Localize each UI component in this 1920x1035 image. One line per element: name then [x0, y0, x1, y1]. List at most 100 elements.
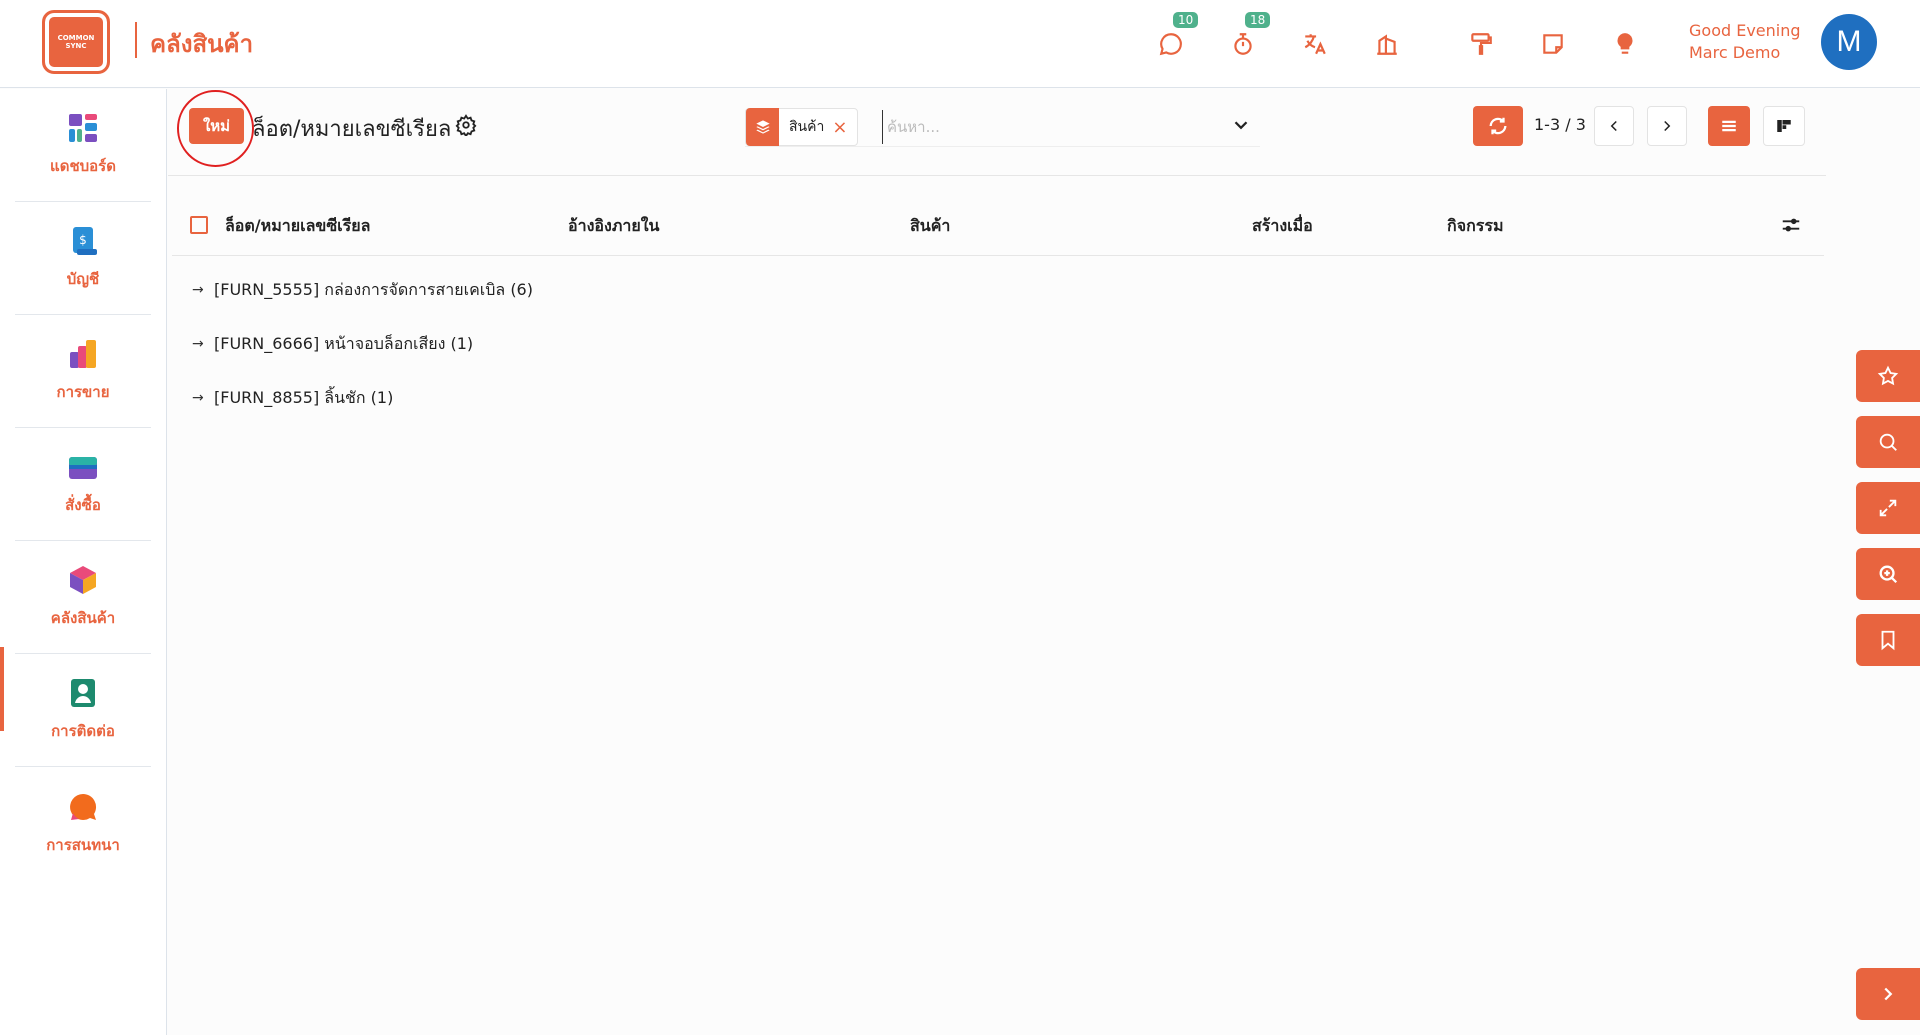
- facet-remove-icon[interactable]: ×: [832, 117, 857, 138]
- sidebar-item-label: สั่งซื้อ: [65, 496, 101, 514]
- star-icon: [1877, 365, 1899, 386]
- credit-card-icon: [69, 457, 97, 479]
- sidebar-item-inventory[interactable]: คลังสินค้า: [15, 541, 151, 654]
- favorite-button[interactable]: [1856, 350, 1920, 402]
- sidebar-item-discuss[interactable]: การสนทนา: [15, 767, 151, 880]
- invoice-dollar-icon: $: [73, 227, 97, 255]
- fullscreen-button[interactable]: [1856, 482, 1920, 534]
- chevron-right-icon: [1884, 987, 1893, 1001]
- sales-chart-icon: [70, 340, 96, 368]
- sidebar-item-label: การติดต่อ: [51, 722, 115, 740]
- column-internal-ref[interactable]: อ้างอิงภายใน: [568, 214, 659, 239]
- translate-icon: [1304, 34, 1326, 55]
- lightbulb-icon: [1617, 33, 1633, 54]
- expand-icon: [1879, 499, 1897, 517]
- sidebar-item-label: บัญชี: [66, 270, 100, 288]
- column-activities[interactable]: กิจกรรม: [1447, 214, 1503, 239]
- app-title-divider: [135, 22, 137, 58]
- quick-search-button[interactable]: [1856, 416, 1920, 468]
- sticky-note-icon: [1543, 34, 1563, 54]
- pager-value[interactable]: 1-3 / 3: [1534, 115, 1586, 134]
- sidebar-item-label: การสนทนา: [46, 835, 120, 854]
- search-input[interactable]: [882, 110, 1228, 144]
- chevron-left-icon: [1610, 120, 1617, 132]
- user-avatar[interactable]: M: [1821, 14, 1877, 70]
- group-label: [FURN_5555] กล่องการจัดการสายเคเบิล (6): [214, 279, 533, 299]
- gear-icon[interactable]: [455, 114, 477, 136]
- paint-roller-icon: [1471, 33, 1492, 55]
- box-cube-icon: [70, 566, 96, 594]
- activities-badge: 18: [1245, 12, 1271, 28]
- sidebar-item-label: แดชบอร์ด: [50, 157, 116, 175]
- app-title[interactable]: คลังสินค้า: [150, 24, 253, 63]
- table-group-row[interactable]: → [FURN_5555] กล่องการจัดการสายเคเบิล (6…: [172, 270, 1824, 310]
- zoom-button[interactable]: [1856, 548, 1920, 600]
- messages-badge: 10: [1173, 12, 1199, 28]
- chevron-right-icon: [1664, 120, 1671, 132]
- table-group-row[interactable]: → [FURN_8855] ลิ้นชัก (1): [172, 378, 1824, 418]
- app-logo[interactable]: COMMON SYNC: [42, 10, 110, 74]
- sidebar-item-accounting[interactable]: $ บัญชี: [15, 202, 151, 315]
- arrow-right-icon: →: [192, 390, 204, 406]
- sidebar-item-dashboard[interactable]: แดชบอร์ด: [15, 89, 151, 202]
- theme-button[interactable]: [1465, 28, 1497, 60]
- main-sidebar: แดชบอร์ด $ บัญชี การขาย สั่งซื้อ คลังสิน…: [0, 89, 167, 1035]
- sidebar-item-label: การขาย: [56, 383, 110, 401]
- sidebar-item-sales[interactable]: การขาย: [15, 315, 151, 428]
- sidebar-active-indicator: [0, 647, 4, 731]
- sidebar-item-contacts[interactable]: การติดต่อ: [15, 654, 151, 767]
- bookmark-icon: [1881, 630, 1895, 651]
- search-icon: [1879, 433, 1897, 451]
- kanban-icon: [1777, 120, 1791, 132]
- column-product[interactable]: สินค้า: [910, 214, 950, 239]
- column-created-on[interactable]: สร้างเมื่อ: [1252, 214, 1313, 239]
- pager-next-button[interactable]: [1647, 106, 1687, 146]
- control-panel-divider: [168, 175, 1826, 176]
- chat-bubble-icon: [1159, 33, 1182, 56]
- activities-button[interactable]: 18: [1227, 12, 1271, 60]
- bookmark-button[interactable]: [1856, 614, 1920, 666]
- list-view-button[interactable]: [1708, 106, 1750, 146]
- group-label: [FURN_8855] ลิ้นชัก (1): [214, 387, 394, 407]
- new-button[interactable]: ใหม่: [189, 108, 244, 144]
- reload-button[interactable]: [1473, 106, 1523, 146]
- top-navbar: COMMON SYNC คลังสินค้า 10 18 Good Evenin…: [0, 0, 1920, 88]
- table-group-row[interactable]: → [FURN_6666] หน้าจอบล็อกเสียง (1): [172, 324, 1824, 364]
- logo-text-line1: COMMON: [57, 34, 95, 42]
- pager-previous-button[interactable]: [1594, 106, 1634, 146]
- sidebar-item-label: คลังสินค้า: [50, 609, 116, 627]
- optional-columns-icon[interactable]: [1780, 214, 1802, 236]
- expand-panel-button[interactable]: [1856, 968, 1920, 1020]
- contact-card-icon: [71, 679, 95, 707]
- dashboard-icon: [69, 114, 97, 142]
- language-button[interactable]: [1299, 28, 1331, 60]
- list-icon: [1722, 120, 1736, 132]
- arrow-right-icon: →: [192, 282, 204, 298]
- logo-mark: COMMON SYNC: [51, 20, 101, 64]
- facet-value: สินค้า: [789, 119, 825, 135]
- search-facet-groupby[interactable]: สินค้า ×: [745, 108, 859, 146]
- greeting-text: Good Evening: [1689, 21, 1801, 40]
- select-all-checkbox[interactable]: [190, 216, 208, 234]
- page-title: ล็อต/หมายเลขซีเรียล: [252, 117, 452, 142]
- messages-button[interactable]: 10: [1155, 12, 1199, 60]
- sidebar-item-purchase[interactable]: สั่งซื้อ: [15, 428, 151, 541]
- refresh-icon: [1489, 117, 1507, 135]
- tips-button[interactable]: [1609, 28, 1641, 60]
- svg-text:$: $: [79, 233, 87, 247]
- user-greeting[interactable]: Good Evening Marc Demo: [1689, 20, 1801, 64]
- user-name: Marc Demo: [1689, 43, 1781, 62]
- building-icon: [1377, 34, 1397, 55]
- search-underline: [745, 146, 1260, 147]
- layers-icon: [746, 108, 779, 146]
- column-lot-serial[interactable]: ล็อต/หมายเลขซีเรียล: [225, 214, 370, 239]
- kanban-view-button[interactable]: [1763, 106, 1805, 146]
- chat-bubble-icon: [70, 793, 97, 820]
- notes-button[interactable]: [1537, 28, 1569, 60]
- company-switcher-button[interactable]: [1371, 28, 1403, 60]
- chevron-down-icon[interactable]: [1230, 114, 1252, 136]
- zoom-in-icon: [1879, 565, 1898, 584]
- logo-text-line2: SYNC: [65, 42, 87, 50]
- arrow-right-icon: →: [192, 336, 204, 352]
- table-header: ล็อต/หมายเลขซีเรียล อ้างอิงภายใน สินค้า …: [172, 200, 1824, 256]
